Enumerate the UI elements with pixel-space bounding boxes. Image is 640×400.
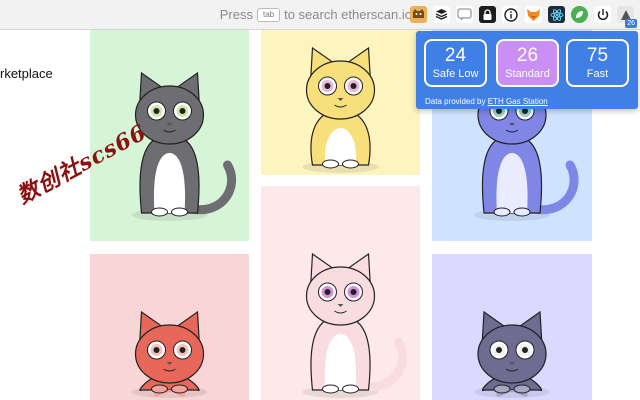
- cat-pupil: [153, 108, 160, 114]
- cat-head: [305, 60, 376, 120]
- cat-pupil: [350, 289, 357, 295]
- eth-gas-station-link[interactable]: ETH Gas Station: [488, 97, 548, 106]
- cat-pupil: [179, 108, 186, 114]
- cat-head: [305, 266, 376, 326]
- gas-option-standard[interactable]: 26 Standard: [496, 39, 559, 87]
- browser-toolbar: Press tab to search etherscan.io 26: [0, 0, 640, 30]
- cat-left-paw: [322, 159, 339, 169]
- cat-pupil: [324, 289, 331, 295]
- omnibox-search-hint[interactable]: Press tab to search etherscan.io: [220, 7, 412, 22]
- yellow-cat-illustration: [302, 46, 379, 173]
- cat-right-paw: [513, 207, 531, 217]
- cat-right-paw: [342, 384, 359, 394]
- gas-label: Standard: [505, 68, 550, 80]
- gas-option-fast[interactable]: 75 Fast: [566, 39, 629, 87]
- cat-right-paw: [513, 384, 531, 394]
- page-title: rketplace: [0, 66, 53, 81]
- press-text: Press: [219, 7, 253, 22]
- search-suffix-text: to search etherscan.io: [284, 7, 412, 22]
- gas-price-popup: 24 Safe Low 26 Standard 75 Fast Data pro…: [416, 31, 638, 109]
- cat-right-paw: [342, 159, 359, 169]
- kitty-card-pink-fluffy[interactable]: [261, 186, 420, 400]
- kitty-card-red-tabby[interactable]: [90, 254, 249, 400]
- react-atom-icon[interactable]: [548, 6, 565, 23]
- fox-icon[interactable]: [525, 6, 542, 23]
- tab-key-hint: tab: [256, 7, 281, 22]
- cat-head: [134, 324, 205, 384]
- layers-icon[interactable]: [433, 6, 450, 23]
- kitty-card-purple-gray[interactable]: [432, 254, 592, 400]
- lock-icon[interactable]: [479, 6, 496, 23]
- kitty-card-yellow[interactable]: [261, 30, 420, 175]
- extensions-row: 26: [410, 6, 637, 28]
- gas-value: 26: [516, 45, 539, 66]
- cat-pupil: [324, 83, 331, 89]
- cat-right-paw: [171, 207, 188, 217]
- data-source-note: Data provided by ETH Gas Station: [425, 97, 548, 106]
- cat-right-paw: [171, 384, 188, 394]
- cat-left-paw: [322, 384, 339, 394]
- provided-prefix: Data provided by: [425, 97, 486, 106]
- cat-pupil: [522, 347, 528, 353]
- cat-pupil: [179, 347, 186, 353]
- green-leaf-icon[interactable]: [571, 6, 588, 23]
- gas-label: Safe Low: [432, 68, 479, 80]
- info-icon[interactable]: [502, 6, 519, 23]
- gas-value: 24: [444, 45, 467, 66]
- cat-face-icon[interactable]: [410, 6, 427, 23]
- cat-left-paw: [493, 207, 511, 217]
- red-tabby-cat-illustration: [131, 310, 208, 398]
- gas-option-safe-low[interactable]: 24 Safe Low: [424, 39, 487, 87]
- purple-gray-cat-illustration: [474, 310, 550, 398]
- cat-pupil: [153, 347, 160, 353]
- cat-left-paw: [151, 207, 168, 217]
- cat-head: [477, 324, 547, 384]
- cat-left-paw: [493, 384, 511, 394]
- power-icon[interactable]: [594, 6, 611, 23]
- gas-label: Fast: [586, 68, 609, 80]
- pink-fluffy-cat-illustration: [302, 252, 408, 398]
- gas-value: 75: [586, 45, 609, 66]
- cat-left-paw: [151, 384, 168, 394]
- cat-pupil: [496, 347, 502, 353]
- gas-badge: 26: [625, 19, 637, 28]
- cat-pupil: [350, 83, 357, 89]
- chat-icon[interactable]: [456, 6, 473, 23]
- gas-pump-icon[interactable]: 26: [617, 6, 637, 28]
